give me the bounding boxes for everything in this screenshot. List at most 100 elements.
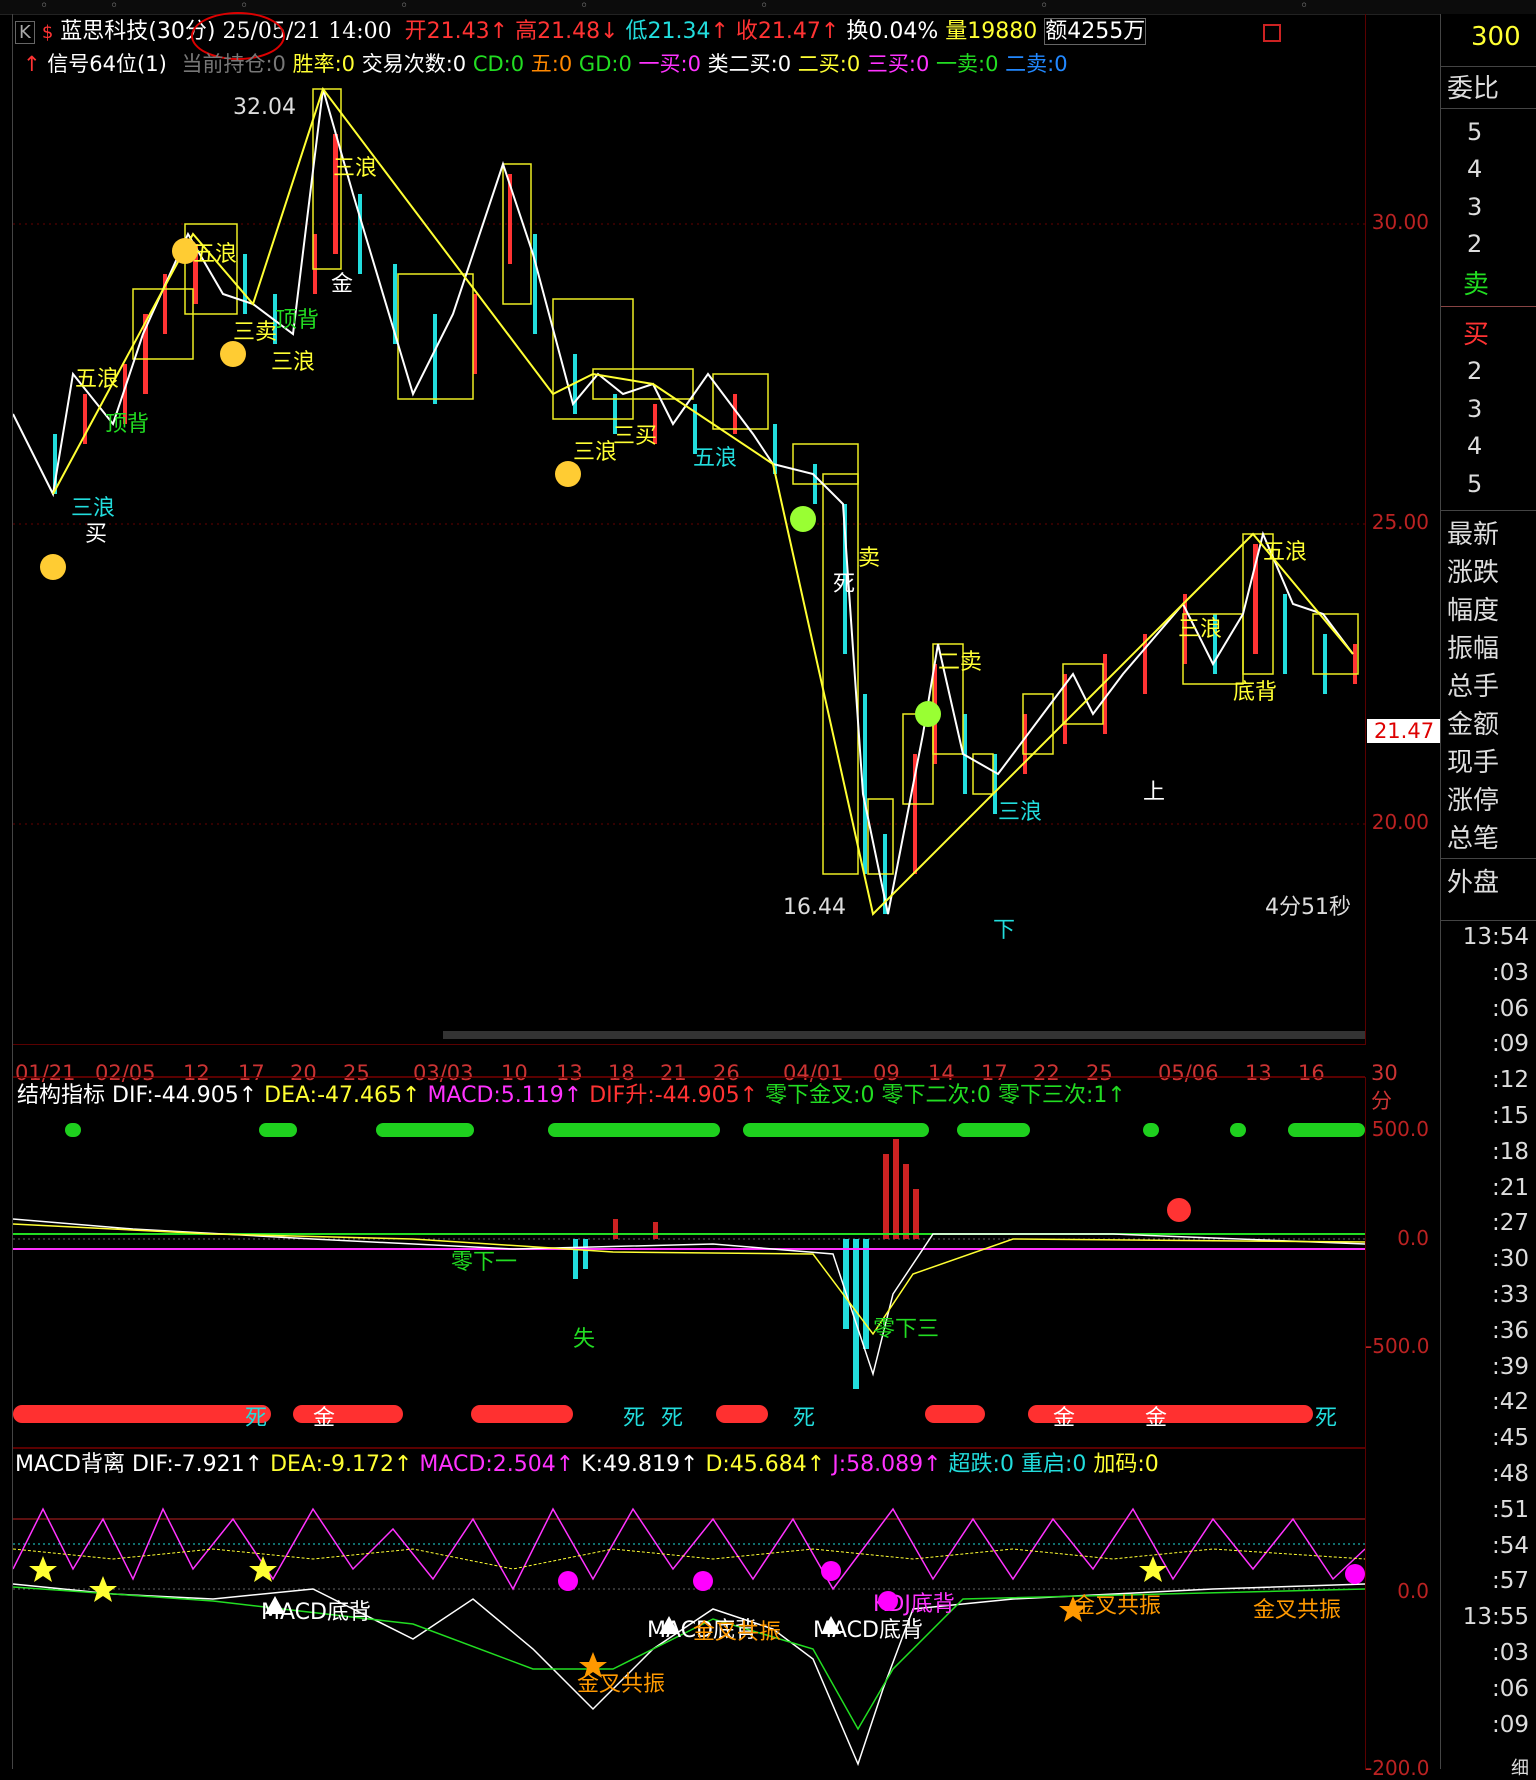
detail-tab[interactable]: 细 xyxy=(1511,1754,1529,1780)
price-scale-25: 25.00 xyxy=(1371,510,1429,534)
toolbar-icon[interactable]: ◦ xyxy=(400,0,408,14)
struct-label: 死 xyxy=(661,1406,684,1431)
chart-annotation: 顶背 xyxy=(105,412,150,437)
countdown-label: 4分51秒 xyxy=(1265,895,1351,920)
divider xyxy=(1441,920,1536,921)
struct-label: 死 xyxy=(245,1406,268,1431)
toolbar-icon[interactable]: ◦ xyxy=(1040,0,1048,14)
struct-label: 金 xyxy=(1145,1406,1168,1431)
triangle-icon xyxy=(659,1616,679,1634)
field-current: 现手 xyxy=(1447,748,1500,778)
chart-annotation: 三浪 xyxy=(573,440,618,465)
toolbar-icon[interactable]: ◦ xyxy=(110,0,118,14)
sell-label: 卖 xyxy=(1463,270,1490,300)
chart-annotation: 下 xyxy=(993,918,1016,943)
tick-time: :48 xyxy=(1491,1461,1529,1487)
struct-title: 结构指标 xyxy=(17,1083,106,1108)
tick-time: :03 xyxy=(1491,1640,1529,1666)
divider xyxy=(1441,510,1536,511)
divider xyxy=(1441,858,1536,859)
triangle-icon xyxy=(265,1596,285,1614)
red-signal-bar xyxy=(13,1405,271,1423)
chart-annotation: 顶背 xyxy=(275,308,320,333)
magenta-dot xyxy=(821,1561,841,1581)
struct-label: 失 xyxy=(573,1327,596,1352)
tick-time: :27 xyxy=(1491,1210,1529,1237)
sidebar-top-value: 300 xyxy=(1471,22,1521,52)
macd-oversold: 超跌:0 xyxy=(948,1452,1014,1477)
red-signal-bar xyxy=(925,1405,985,1423)
toolbar-icon[interactable]: ◦ xyxy=(760,0,768,14)
buy-level: 5 xyxy=(1467,470,1483,498)
tick-time: :57 xyxy=(1491,1568,1529,1595)
struct-zero-third: 零下三次:1 xyxy=(997,1083,1108,1108)
macd-dif: DIF:-7.921 xyxy=(131,1452,245,1477)
divider xyxy=(1441,108,1536,109)
smiley-icon xyxy=(915,701,941,727)
field-outer: 外盘 xyxy=(1447,868,1500,898)
star-icon xyxy=(1139,1556,1167,1582)
chart-main: K $ 蓝思科技(30分) 25/05/21 14:00 开21.43↑ 高21… xyxy=(12,12,1441,1780)
triangle-icon xyxy=(821,1616,841,1634)
struct-dea: DEA:-47.465 xyxy=(264,1083,403,1108)
tick-time: :30 xyxy=(1491,1246,1529,1273)
period-tag[interactable]: 30分 xyxy=(1371,1061,1398,1115)
tick-time: :21 xyxy=(1491,1174,1529,1201)
magenta-dot xyxy=(1345,1564,1365,1584)
macd-scale-neg200: -200.0 xyxy=(1365,1756,1430,1780)
macd-scale-0: 0.0 xyxy=(1397,1579,1429,1603)
smiley-icon xyxy=(790,506,816,532)
struct-label: 零下一 xyxy=(451,1250,518,1275)
struct-scale-500: 500.0 xyxy=(1371,1117,1429,1141)
magenta-dot xyxy=(558,1571,578,1591)
divider xyxy=(1441,306,1536,307)
struct-dif: DIF:-44.905 xyxy=(112,1083,239,1108)
struct-dif-up: DIF升:-44.905 xyxy=(589,1083,740,1108)
chart-annotation: 五浪 xyxy=(193,242,238,267)
struct-zero-second: 零下二次:0 xyxy=(881,1083,991,1108)
chart-scrollbar[interactable] xyxy=(443,1031,1365,1039)
struct-macd: MACD:5.119 xyxy=(427,1083,564,1108)
struct-chart-svg xyxy=(13,1139,1365,1389)
toolbar-icon[interactable]: ◦ xyxy=(40,0,48,14)
toolbar-icon[interactable]: ◦ xyxy=(1300,0,1308,14)
macd-restart: 重启:0 xyxy=(1020,1452,1087,1477)
red-signal-bar xyxy=(716,1405,768,1423)
tick-time: :12 xyxy=(1491,1067,1529,1094)
price-chart-svg: 32.04 16.44 4分51秒 xyxy=(13,86,1365,920)
chart-annotation: 三浪 xyxy=(998,800,1043,825)
order-book-sidebar: 300 委比 5 4 3 2 卖 买 2 3 4 5 最新 涨跌 幅度 振幅 总… xyxy=(1440,14,1536,1779)
low-price-label: 16.44 xyxy=(783,895,846,920)
magenta-dot xyxy=(878,1591,898,1611)
toolbar-icon[interactable]: ◦ xyxy=(580,0,588,14)
struct-zero-gold: 零下金叉:0 xyxy=(765,1083,875,1108)
chart-annotation: 五浪 xyxy=(693,446,738,471)
price-scale-20: 20.00 xyxy=(1371,810,1429,834)
tick-time: :06 xyxy=(1491,995,1529,1022)
magenta-dot xyxy=(693,1571,713,1591)
chart-annotation: 上 xyxy=(1143,780,1166,805)
star-icon xyxy=(1059,1596,1087,1622)
sell-level: 4 xyxy=(1467,155,1483,183)
macd-marker-svg xyxy=(29,1556,1365,1678)
macd-dea: DEA:-9.172 xyxy=(270,1452,394,1477)
macd-title: MACD背离 xyxy=(15,1452,125,1477)
tick-time: 13:55 xyxy=(1462,1604,1529,1631)
red-signal-bar xyxy=(471,1405,573,1423)
chart-annotation: 三浪 xyxy=(333,156,378,181)
price-scale-30: 30.00 xyxy=(1371,210,1429,234)
order-ratio-label: 委比 xyxy=(1447,74,1500,104)
tick-time: :09 xyxy=(1491,1031,1529,1058)
tick-time: :15 xyxy=(1491,1103,1529,1129)
tick-time: :09 xyxy=(1491,1711,1529,1738)
star-icon xyxy=(29,1556,57,1582)
chart-annotation: 死 xyxy=(833,572,856,597)
field-pct: 幅度 xyxy=(1447,596,1500,626)
sell-level: 2 xyxy=(1467,230,1483,258)
field-latest: 最新 xyxy=(1447,520,1500,550)
chart-annotation: 底背 xyxy=(1233,680,1278,705)
star-icon xyxy=(579,1652,607,1678)
struct-label: 零下三 xyxy=(873,1317,940,1342)
tick-time: :51 xyxy=(1491,1496,1529,1523)
star-icon xyxy=(89,1576,117,1602)
